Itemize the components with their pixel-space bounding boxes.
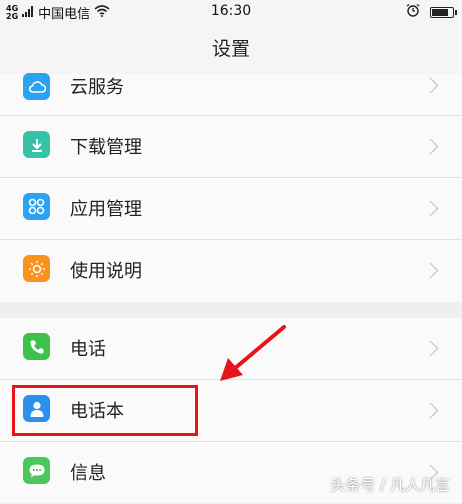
- settings-item-label: 下载管理: [70, 137, 142, 158]
- watermark-text: 头条号 / 凡人凡言: [330, 476, 450, 494]
- battery-level: [432, 9, 448, 16]
- alarm-icon: [406, 3, 420, 21]
- status-right: [406, 3, 457, 21]
- settings-item-phone[interactable]: 电话: [0, 318, 462, 380]
- apps-icon: [23, 193, 50, 220]
- cloud-icon: [23, 73, 50, 100]
- message-icon: [23, 457, 50, 484]
- chevron-right-icon: [422, 200, 439, 217]
- highlight-box: [12, 385, 198, 436]
- page-title: 设置: [211, 38, 250, 60]
- battery-icon: [430, 7, 457, 18]
- chevron-right-icon: [422, 77, 439, 94]
- status-time: 16:30: [210, 3, 252, 19]
- status-bar: 4G 2G 中国电信 16:30: [0, 0, 462, 24]
- settings-item-label: 应用管理: [70, 199, 142, 220]
- settings-item-user-guide[interactable]: 使用说明: [0, 240, 462, 302]
- chevron-right-icon: [422, 402, 439, 419]
- chevron-right-icon: [422, 340, 439, 357]
- bulb-icon: [23, 255, 50, 282]
- settings-item-label: 云服务: [70, 77, 124, 98]
- settings-item-cloud-service[interactable]: 云服务: [0, 73, 462, 116]
- settings-item-app-manager[interactable]: 应用管理: [0, 178, 462, 240]
- settings-item-label: 使用说明: [70, 261, 142, 282]
- chevron-right-icon: [422, 138, 439, 155]
- chevron-right-icon: [422, 262, 439, 279]
- phone-icon: [23, 333, 50, 360]
- title-bar: 设置: [0, 24, 462, 74]
- settings-item-download-manager[interactable]: 下载管理: [0, 116, 462, 178]
- settings-item-label: 电话: [70, 339, 106, 360]
- settings-item-label: 信息: [70, 463, 106, 484]
- settings-group-1: 云服务 下载管理 应用管理 使用说明: [0, 73, 462, 302]
- download-icon: [23, 131, 50, 158]
